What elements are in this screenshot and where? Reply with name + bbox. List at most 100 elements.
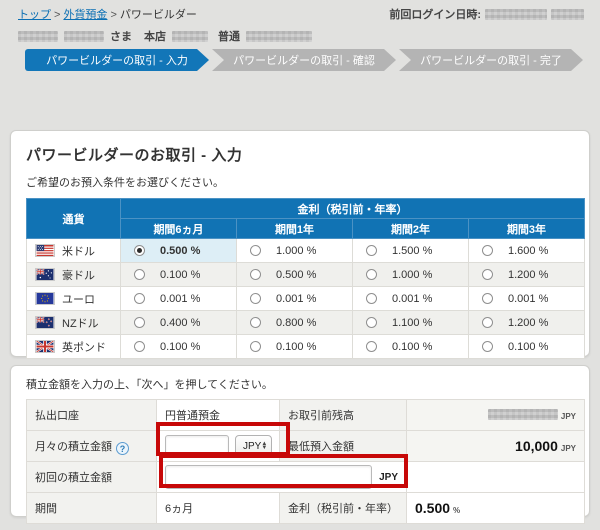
initial-amount-cell: JPY: [157, 462, 407, 493]
rate-cell: 0.100 %: [469, 335, 585, 359]
rate-value: 1.600 %: [508, 245, 548, 257]
rate-radio-button[interactable]: [134, 245, 145, 256]
rate-radio-button[interactable]: [250, 317, 261, 328]
rate-radio-button[interactable]: [134, 341, 145, 352]
monthly-amount-label: 月々の積立金額: [35, 441, 112, 453]
empty-cell: [407, 462, 585, 493]
rate-radio-button[interactable]: [482, 341, 493, 352]
breadcrumb: トップ>外貨預金>パワービルダー: [18, 6, 197, 22]
rate-cell: 0.500 %: [237, 263, 353, 287]
rates-table-row: 米ドル 0.500 % 1.000 % 1.500 % 1.600 %: [27, 239, 585, 263]
rate-value: 1.200 %: [508, 269, 548, 281]
rate-cell: 0.800 %: [237, 311, 353, 335]
rate-radio-button[interactable]: [482, 317, 493, 328]
rate-cell: 0.001 %: [353, 287, 469, 311]
currency-name: 豪ドル: [62, 267, 95, 283]
rates-instruction: ご希望のお預入条件をお選びください。: [11, 165, 589, 190]
rates-table-row: ユーロ0.001 %0.001 %0.001 %0.001 %: [27, 287, 585, 311]
page-title: パワービルダーのお取引 - 入力: [11, 131, 589, 165]
user-lastname-redacted: [18, 31, 58, 42]
rate-cell: 0.001 %: [237, 287, 353, 311]
rate-radio-button[interactable]: [366, 293, 377, 304]
rate-radio-button[interactable]: [482, 293, 493, 304]
amount-form-card: 積立金額を入力の上、「次へ」を押してください。 払出口座 円普通預金 お取引前残…: [10, 365, 590, 517]
rate-value: 0.001 %: [392, 293, 432, 305]
initial-amount-label: 初回の積立金額: [27, 462, 157, 493]
rate-radio-button[interactable]: [366, 245, 377, 256]
rate-radio-button[interactable]: [366, 341, 377, 352]
branch-number-redacted: [172, 31, 208, 42]
initial-currency-label: JPY: [379, 472, 398, 483]
table-row: 月々の積立金額? JPY ▲▼ 最低預入金額 10,000JPY: [27, 431, 585, 462]
rate-cell: 0.001 %: [469, 287, 585, 311]
rate-radio-button[interactable]: [250, 245, 261, 256]
rate-radio-button[interactable]: [366, 317, 377, 328]
table-row: 期間 6ヵ月 金利（税引前・年率） 0.500%: [27, 493, 585, 524]
currency-column-header: 通貨: [27, 199, 121, 239]
rate-value: 0.800 %: [276, 317, 316, 329]
initial-amount-input[interactable]: [165, 465, 372, 489]
amount-instruction: 積立金額を入力の上、「次へ」を押してください。: [11, 366, 589, 392]
rate-cell: 1.100 %: [353, 311, 469, 335]
rate-value: 1.500 %: [392, 245, 432, 257]
currency-name: ユーロ: [62, 291, 95, 307]
step-complete: パワービルダーの取引 - 完了: [399, 49, 583, 71]
currency-cell: ユーロ: [27, 287, 121, 311]
amount-form-table: 払出口座 円普通預金 お取引前残高 JPY 月々の積立金額? JPY ▲▼: [26, 399, 585, 524]
rate-radio-button[interactable]: [134, 293, 145, 304]
step-confirm: パワービルダーの取引 - 確認: [212, 49, 396, 71]
select-stepper-icon: ▲▼: [261, 442, 267, 450]
monthly-amount-input[interactable]: [165, 435, 229, 457]
branch-label: 本店: [144, 28, 166, 44]
period-header-2y: 期間2年: [353, 219, 469, 239]
period-header-3y: 期間3年: [469, 219, 585, 239]
min-deposit-value: 10,000: [515, 438, 558, 454]
user-firstname-redacted: [64, 31, 104, 42]
balance-currency-unit: JPY: [561, 412, 576, 421]
rate-value: 0.500: [415, 500, 450, 516]
currency-name: 米ドル: [62, 243, 95, 259]
monthly-amount-label-cell: 月々の積立金額?: [27, 431, 157, 462]
rates-table-row: 豪ドル0.100 %0.500 %1.000 %1.200 %: [27, 263, 585, 287]
rate-radio-button[interactable]: [134, 269, 145, 280]
period-header-6m: 期間6ヵ月: [121, 219, 237, 239]
breadcrumb-separator: >: [110, 9, 116, 21]
currency-cell: 米ドル: [27, 239, 121, 263]
rate-radio-button[interactable]: [250, 341, 261, 352]
rate-radio-button[interactable]: [250, 269, 261, 280]
au-flag-icon: [35, 268, 55, 281]
breadcrumb-separator: >: [54, 9, 60, 21]
rates-table: 通貨 金利（税引前・年率） 期間6ヵ月 期間1年 期間2年 期間3年 米ドル0.…: [26, 198, 585, 359]
currency-cell: 英ポンド: [27, 335, 121, 359]
breadcrumb-link-top[interactable]: トップ: [18, 9, 51, 21]
rate-radio-button[interactable]: [482, 269, 493, 280]
us-flag-icon: [35, 244, 55, 257]
rate-cell: 0.500 %: [121, 239, 237, 263]
currency-cell: NZドル: [27, 311, 121, 335]
currency-select[interactable]: JPY ▲▼: [235, 435, 272, 457]
rate-value: 0.400 %: [160, 317, 200, 329]
rate-unit: %: [453, 506, 460, 515]
rates-table-row: NZドル0.400 %0.800 %1.100 %1.200 %: [27, 311, 585, 335]
user-info-line: さま 本店 普通: [18, 28, 312, 44]
rate-radio-button[interactable]: [134, 317, 145, 328]
rate-radio-button[interactable]: [366, 269, 377, 280]
rates-table-row: 英ポンド0.100 %0.100 %0.100 %0.100 %: [27, 335, 585, 359]
currency-name: NZドル: [62, 315, 99, 331]
rate-cell: 0.100 %: [121, 335, 237, 359]
breadcrumb-link-gaika[interactable]: 外貨預金: [63, 9, 107, 21]
rate-value: 1.100 %: [392, 317, 432, 329]
rate-radio-button[interactable]: [482, 245, 493, 256]
rate-radio-button[interactable]: [250, 293, 261, 304]
rate-cell: 0.100 %: [121, 263, 237, 287]
balance-amount-redacted: [488, 409, 558, 420]
help-icon[interactable]: ?: [116, 442, 129, 455]
rate-value: 0.100 %: [392, 341, 432, 353]
rate-value-cell: 0.500%: [407, 493, 585, 524]
rate-value: 0.500 %: [276, 269, 316, 281]
period-header-1y: 期間1年: [237, 219, 353, 239]
payout-account-value: 円普通預金: [157, 400, 280, 431]
rate-value: 1.000 %: [276, 245, 316, 257]
rate-cell: 0.001 %: [121, 287, 237, 311]
rate-cell: 0.400 %: [121, 311, 237, 335]
